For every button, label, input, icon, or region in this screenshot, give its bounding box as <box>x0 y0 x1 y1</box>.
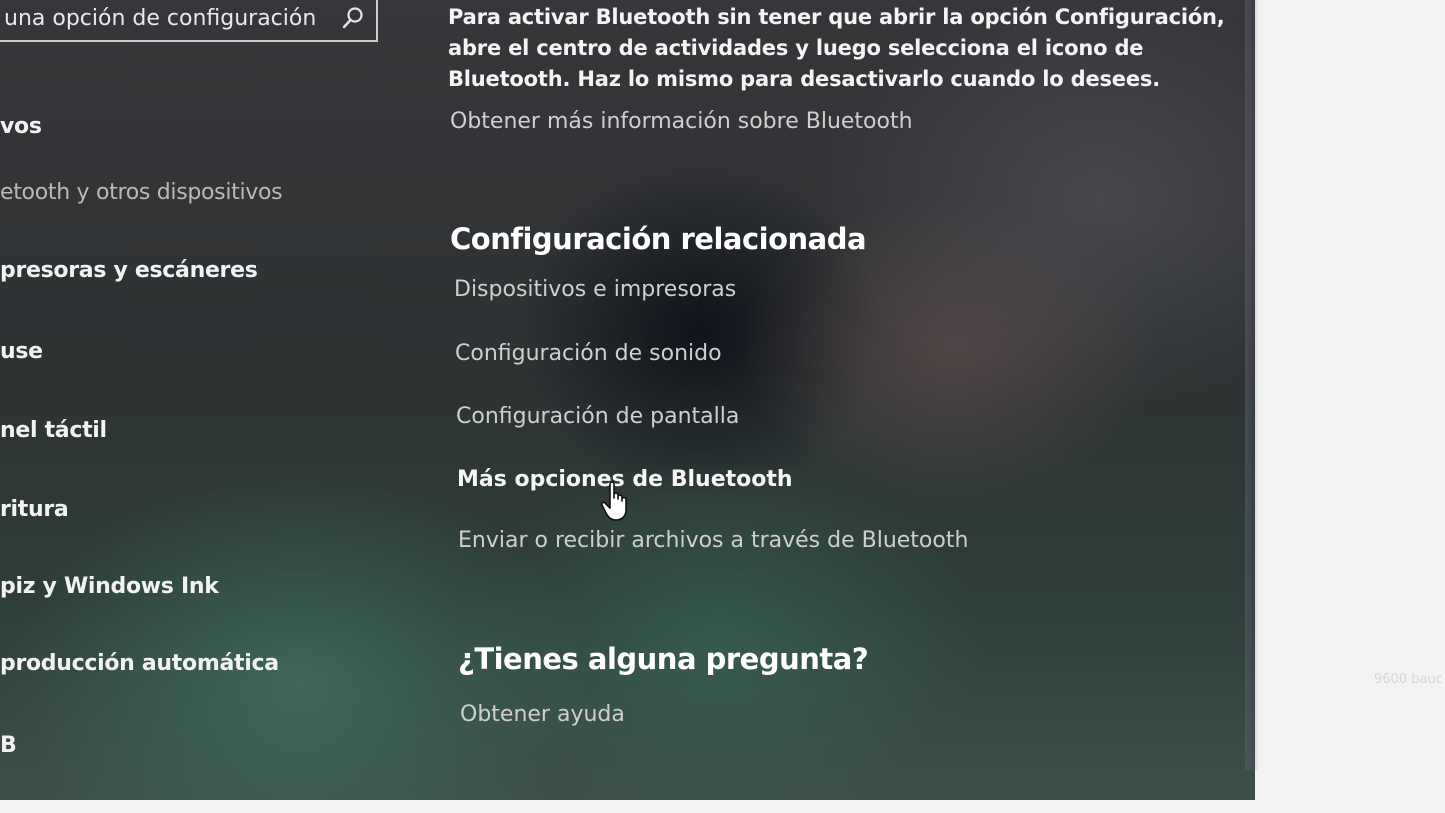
devices-printers-link[interactable]: Dispositivos e impresoras <box>454 277 736 302</box>
monitor-edge <box>1245 0 1259 770</box>
search-icon[interactable] <box>342 6 364 30</box>
sidebar-item-printers[interactable]: presoras y escáneres <box>0 258 258 283</box>
display-settings-link[interactable]: Configuración de pantalla <box>456 404 739 429</box>
search-input[interactable]: una opción de configuración <box>0 0 378 42</box>
sidebar-item-autoplay[interactable]: producción automática <box>0 651 279 676</box>
sidebar-item-typing[interactable]: ritura <box>0 497 69 522</box>
send-receive-files-link[interactable]: Enviar o recibir archivos a través de Bl… <box>458 528 968 553</box>
monitor-screen: una opción de configuración vos etooth y… <box>0 0 1255 800</box>
sidebar-item-touchpad[interactable]: nel táctil <box>0 418 107 443</box>
question-heading: ¿Tienes alguna pregunta? <box>458 642 869 676</box>
more-bluetooth-info-link[interactable]: Obtener más información sobre Bluetooth <box>450 109 913 134</box>
search-input-text: una opción de configuración <box>4 5 317 31</box>
sidebar-item-mouse[interactable]: use <box>0 339 43 364</box>
sound-settings-link[interactable]: Configuración de sonido <box>455 341 722 366</box>
sidebar-item-bluetooth[interactable]: etooth y otros dispositivos <box>0 180 283 205</box>
sidebar-item-devices[interactable]: vos <box>0 114 42 139</box>
sidebar-item-pen-windows-ink[interactable]: piz y Windows Ink <box>0 574 219 599</box>
background-baud-text: 9600 bauc <box>1374 672 1443 687</box>
get-help-link[interactable]: Obtener ayuda <box>460 702 625 727</box>
related-settings-heading: Configuración relacionada <box>450 222 867 256</box>
bluetooth-info-paragraph: Para activar Bluetooth sin tener que abr… <box>448 5 1225 91</box>
sidebar-item-usb[interactable]: B <box>0 733 17 758</box>
hand-pointer-icon <box>600 481 627 521</box>
